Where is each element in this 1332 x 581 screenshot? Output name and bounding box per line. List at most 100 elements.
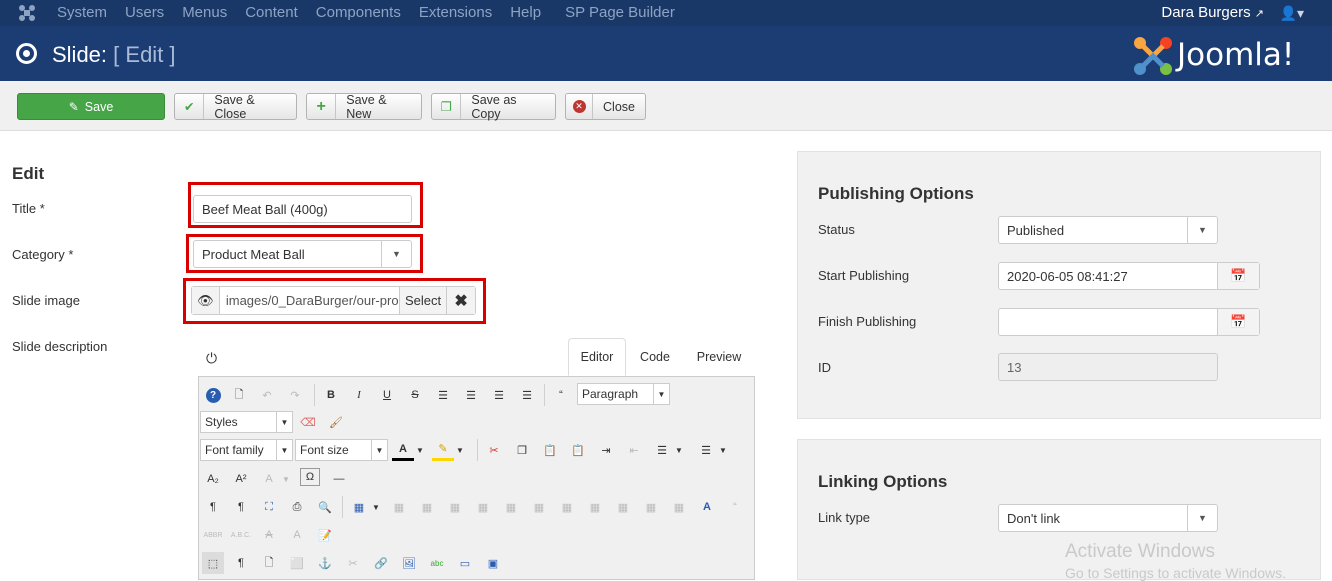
attributes-icon[interactable]: 📝 — [314, 524, 336, 546]
chevron-down-icon[interactable]: ▼ — [454, 439, 466, 461]
new-document-icon[interactable]: 🗋 — [228, 384, 250, 406]
power-icon[interactable]: ⏻ — [206, 350, 217, 367]
insert-file-icon[interactable]: ⬜ — [286, 552, 308, 574]
tab-preview[interactable]: Preview — [689, 338, 749, 376]
horizontal-rule-icon[interactable]: — — [328, 468, 350, 490]
template-icon[interactable]: 🗋 — [258, 552, 280, 574]
save-close-button[interactable]: ✔ Save & Close — [174, 93, 297, 121]
finish-publishing-input[interactable]: 📅 — [998, 308, 1260, 336]
align-left-icon[interactable]: ☰ — [488, 384, 510, 406]
cell-props-icon[interactable]: ▦ — [444, 496, 466, 518]
merge-cells-icon[interactable]: ▦ — [668, 496, 690, 518]
save-copy-button[interactable]: ❐ Save as Copy — [431, 93, 556, 121]
title-input[interactable]: Beef Meat Ball (400g) — [193, 195, 412, 223]
blockquote-icon[interactable]: “ — [550, 384, 572, 406]
cut-icon[interactable]: ✂ — [483, 439, 505, 461]
delete-row-icon[interactable]: ▦ — [528, 496, 550, 518]
joomla-small-icon[interactable] — [18, 4, 36, 22]
split-cells-icon[interactable]: ▦ — [640, 496, 662, 518]
image-select-button[interactable]: Select — [399, 287, 447, 314]
strikethrough-icon[interactable]: S — [404, 384, 426, 406]
undo-icon[interactable]: ↶ — [256, 384, 278, 406]
clear-icon[interactable]: ✖ — [446, 287, 475, 314]
outdent-icon[interactable]: ⇤ — [623, 439, 645, 461]
link-icon[interactable]: 🔗 — [370, 552, 392, 574]
omega-icon[interactable]: Ω — [300, 468, 320, 486]
link-type-select[interactable]: Don't link ▼ — [998, 504, 1218, 532]
status-select[interactable]: Published ▼ — [998, 216, 1218, 244]
styles-select[interactable]: Styles ▼ — [200, 411, 293, 433]
highlight-color-icon[interactable]: ✎ — [432, 439, 454, 461]
insert-row-after-icon[interactable]: ▦ — [500, 496, 522, 518]
image-path-input[interactable]: images/0_DaraBurger/our-pro — [220, 293, 399, 308]
save-new-button[interactable]: + Save & New — [306, 93, 422, 121]
menu-sp-page-builder[interactable]: SP Page Builder — [565, 4, 675, 21]
save-button[interactable]: ✎ Save — [17, 93, 165, 120]
rich-text-editor[interactable]: ? 🗋 ↶ ↷ B I U S ☰ ☰ ☰ ☰ “ Paragraph ▼ Sty… — [198, 376, 755, 580]
chevron-down-icon[interactable]: ▼ — [280, 468, 292, 490]
superscript-icon[interactable]: A² — [230, 468, 252, 490]
calendar-icon[interactable]: 📅 — [1217, 309, 1259, 335]
rtl-icon[interactable]: ¶ — [230, 496, 252, 518]
visual-aid-icon[interactable]: ⬚ — [202, 552, 224, 574]
bullet-list-icon[interactable]: ☰ — [695, 439, 717, 461]
menu-content[interactable]: Content — [245, 4, 298, 21]
spellcheck-abc-icon[interactable]: abc — [426, 552, 448, 574]
image-icon[interactable]: 🖼 — [398, 552, 420, 574]
paste-icon[interactable]: 📋 — [539, 439, 561, 461]
tab-code[interactable]: Code — [631, 338, 679, 376]
insert-col-before-icon[interactable]: ▦ — [556, 496, 578, 518]
font-size-select[interactable]: Font size ▼ — [295, 439, 388, 461]
anchor-icon[interactable]: ⚓ — [314, 552, 336, 574]
close-button[interactable]: ✕ Close — [565, 93, 646, 120]
bold-icon[interactable]: B — [320, 384, 342, 406]
font-family-select[interactable]: Font family ▼ — [200, 439, 293, 461]
spellcheck-icon[interactable]: A — [696, 496, 718, 518]
insert-row-before-icon[interactable]: ▦ — [472, 496, 494, 518]
site-link[interactable]: Dara Burgers ↗ — [1161, 4, 1264, 21]
row-props-icon[interactable]: ▦ — [416, 496, 438, 518]
ltr-icon[interactable]: ¶ — [202, 496, 224, 518]
eye-icon[interactable]: 👁 — [192, 287, 220, 314]
menu-menus[interactable]: Menus — [182, 4, 227, 21]
cite-icon[interactable]: “ — [724, 496, 746, 518]
start-publishing-input[interactable]: 2020-06-05 08:41:27 📅 — [998, 262, 1260, 290]
find-icon[interactable]: 🔍 — [314, 496, 336, 518]
abbr-icon[interactable]: ABBR — [202, 524, 224, 546]
indent-icon[interactable]: ⇥ — [595, 439, 617, 461]
chevron-down-icon[interactable]: ▼ — [717, 439, 729, 461]
fullscreen-icon[interactable]: ⛶ — [258, 496, 280, 518]
layer-icon[interactable]: ▣ — [482, 552, 504, 574]
show-blocks-icon[interactable]: ¶ — [230, 552, 252, 574]
align-justify-icon[interactable]: ☰ — [432, 384, 454, 406]
acronym-icon[interactable]: A.B.C. — [230, 524, 252, 546]
chevron-down-icon[interactable]: ▼ — [370, 496, 382, 518]
paint-brush-icon[interactable]: 🖌 — [325, 411, 347, 433]
eraser-icon[interactable]: ⌫ — [297, 411, 319, 433]
delete-col-icon[interactable]: ▦ — [612, 496, 634, 518]
menu-components[interactable]: Components — [316, 4, 401, 21]
help-icon[interactable]: ? — [202, 384, 224, 406]
menu-help[interactable]: Help — [510, 4, 541, 21]
menu-users[interactable]: Users — [125, 4, 164, 21]
italic-icon[interactable]: I — [348, 384, 370, 406]
media-icon[interactable]: ▭ — [454, 552, 476, 574]
copy-icon[interactable]: ❐ — [511, 439, 533, 461]
insert-text-icon[interactable]: A — [286, 524, 308, 546]
align-right-icon[interactable]: ☰ — [516, 384, 538, 406]
unlink-icon[interactable]: ✂ — [342, 552, 364, 574]
subscript-icon[interactable]: A₂ — [202, 468, 224, 490]
user-icon[interactable]: 👤▾ — [1280, 5, 1304, 22]
paste-text-icon[interactable]: 📋 — [567, 439, 589, 461]
tab-editor[interactable]: Editor — [568, 338, 626, 376]
numbered-list-icon[interactable]: ☰ — [651, 439, 673, 461]
category-select[interactable]: Product Meat Ball ▼ — [193, 240, 412, 268]
underline-icon[interactable]: U — [376, 384, 398, 406]
format-select[interactable]: Paragraph ▼ — [577, 383, 670, 405]
chevron-down-icon[interactable]: ▼ — [673, 439, 685, 461]
insert-col-after-icon[interactable]: ▦ — [584, 496, 606, 518]
delete-table-icon[interactable]: ▦ — [388, 496, 410, 518]
calendar-icon[interactable]: 📅 — [1217, 263, 1259, 289]
table-icon[interactable]: ▦ — [348, 496, 370, 518]
chevron-down-icon[interactable]: ▼ — [414, 439, 426, 461]
